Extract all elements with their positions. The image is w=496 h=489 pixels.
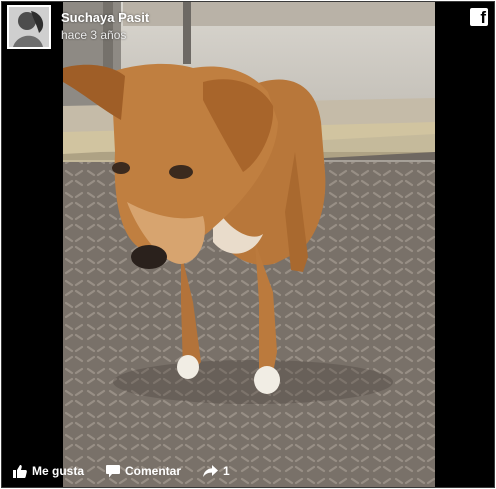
comment-button[interactable]: Comentar bbox=[106, 464, 181, 478]
comment-label: Comentar bbox=[125, 464, 182, 478]
share-arrow-icon bbox=[203, 465, 218, 477]
author-name[interactable]: Suchaya Pasit bbox=[61, 10, 149, 25]
facebook-icon[interactable]: f bbox=[470, 8, 488, 27]
video-post: Suchaya Pasit hace 3 años f Me gusta Com… bbox=[1, 1, 495, 488]
like-button[interactable]: Me gusta bbox=[13, 464, 84, 478]
dog-photo-illustration bbox=[63, 2, 435, 487]
post-photo[interactable] bbox=[63, 2, 435, 487]
author-avatar[interactable] bbox=[7, 5, 51, 49]
post-timestamp[interactable]: hace 3 años bbox=[61, 28, 126, 42]
avatar-image bbox=[9, 7, 49, 47]
speech-bubble-icon bbox=[106, 464, 120, 477]
share-count: 1 bbox=[223, 464, 230, 478]
thumbs-up-icon bbox=[13, 464, 27, 478]
action-bar: Me gusta Comentar 1 bbox=[2, 458, 494, 484]
share-button[interactable]: 1 bbox=[203, 464, 230, 478]
like-label: Me gusta bbox=[32, 464, 85, 478]
